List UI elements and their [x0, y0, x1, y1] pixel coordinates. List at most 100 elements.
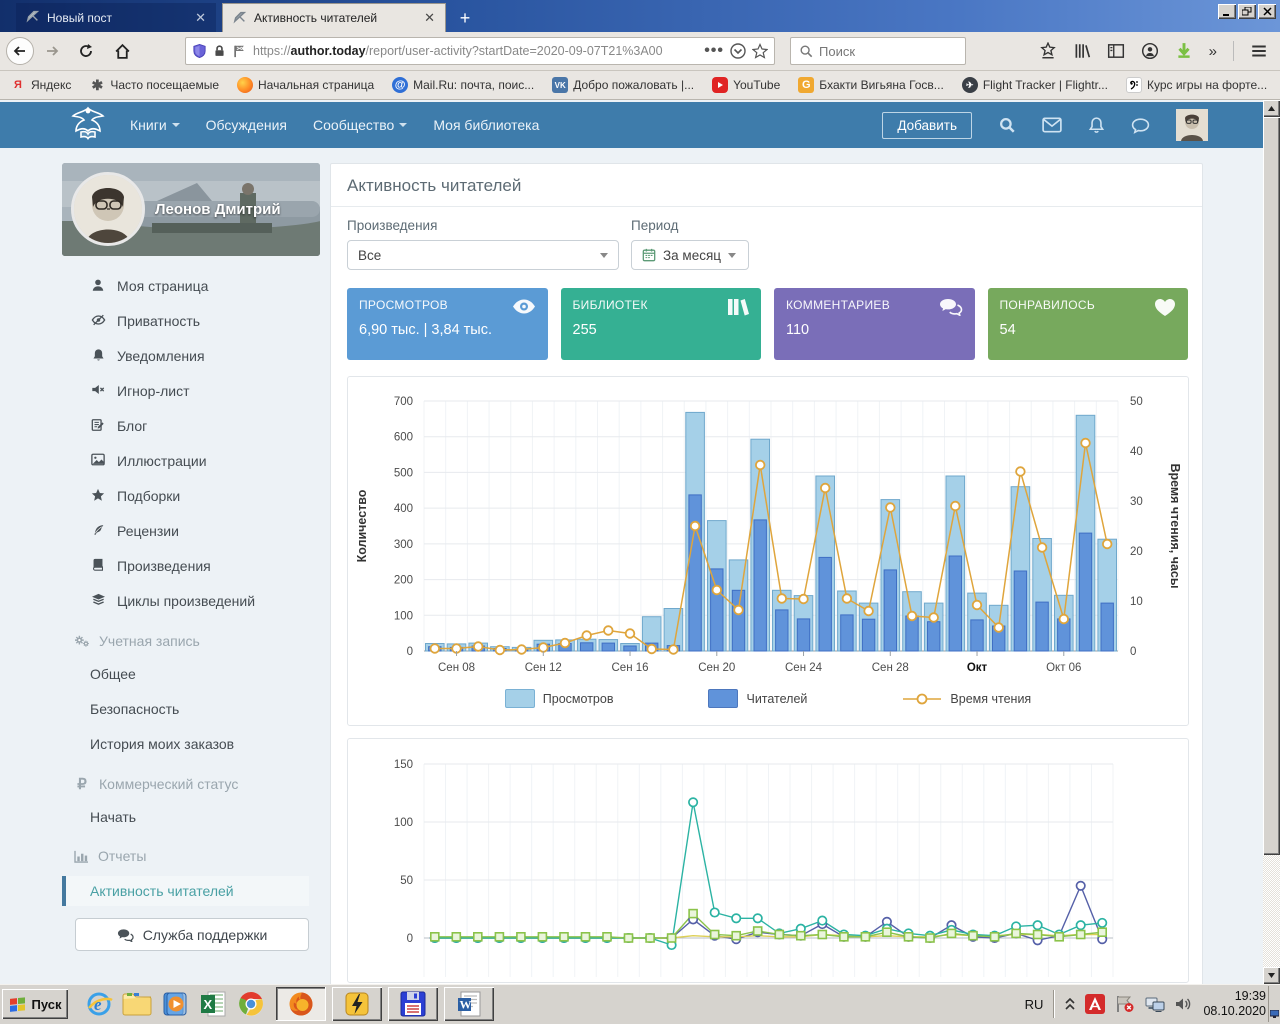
vertical-scrollbar[interactable] — [1263, 100, 1280, 984]
sidebar-toggle-icon[interactable] — [1107, 42, 1125, 60]
stat-card-likes[interactable]: ПОНРАВИЛОСЬ 54 — [988, 288, 1189, 360]
sidebar-item-start[interactable]: Начать — [90, 805, 136, 829]
home-button[interactable] — [108, 37, 136, 65]
library-icon[interactable] — [1073, 42, 1091, 60]
image-icon — [90, 453, 106, 469]
sidebar-item-series[interactable]: Циклы произведений — [90, 589, 255, 613]
taskbar-icon-chrome[interactable] — [234, 988, 268, 1020]
sidebar-item-works[interactable]: Произведения — [90, 554, 211, 578]
add-button[interactable]: Добавить — [882, 112, 972, 139]
url-bar[interactable]: https://author.today/report/user-activit… — [185, 37, 775, 65]
reload-button[interactable] — [72, 37, 100, 65]
antivirus-tray-icon[interactable] — [1085, 994, 1105, 1014]
bookmark-frequent[interactable]: ✱Часто посещаемые — [89, 77, 219, 93]
bookmark-mailru[interactable]: @Mail.Ru: почта, поис... — [392, 77, 534, 93]
overflow-icon[interactable]: » — [1209, 43, 1217, 60]
legend-readers[interactable]: Читателей — [708, 689, 807, 708]
chat-icon[interactable] — [1131, 117, 1150, 134]
bookmark-yandex[interactable]: ЯЯндекс — [10, 77, 71, 93]
sidebar-item-blog[interactable]: Блог — [90, 414, 147, 438]
taskbar-icon-wmp[interactable] — [158, 988, 192, 1020]
tray-time: 19:39 — [1203, 989, 1266, 1004]
taskbar-icon-excel[interactable]: X — [196, 988, 230, 1020]
search-icon[interactable] — [998, 116, 1016, 134]
start-button[interactable]: Пуск — [2, 989, 68, 1019]
sidebar-item-order-history[interactable]: История моих заказов — [90, 732, 234, 756]
close-button[interactable] — [1258, 4, 1276, 19]
pocket-icon[interactable] — [730, 43, 746, 59]
network-tray-icon[interactable] — [1145, 996, 1165, 1012]
language-indicator[interactable]: RU — [1025, 997, 1044, 1012]
back-button[interactable] — [6, 37, 34, 65]
tab-close-icon[interactable]: ✕ — [424, 10, 435, 26]
bookmark-piano-course[interactable]: Курс игры на форте... — [1126, 77, 1267, 93]
period-select[interactable]: За месяц — [631, 240, 749, 270]
sidebar-item-reader-activity[interactable]: Активность читателей — [62, 876, 309, 906]
security-alert-tray-icon[interactable] — [1115, 995, 1135, 1013]
sidebar-item-illustrations[interactable]: Иллюстрации — [90, 449, 207, 473]
bookmark-youtube[interactable]: YouTube — [712, 77, 780, 93]
minimize-button[interactable] — [1218, 4, 1236, 19]
bookmark-vk[interactable]: VKДобро пожаловать |... — [552, 77, 694, 93]
tab-new-post[interactable]: Новый пост ✕ — [16, 3, 216, 32]
legend-reading-time[interactable]: Время чтения — [902, 689, 1031, 708]
account-icon[interactable] — [1141, 42, 1159, 60]
sidebar-item-ignore-list[interactable]: Игнор-лист — [90, 379, 190, 403]
new-tab-button[interactable]: + — [452, 6, 478, 30]
bell-icon[interactable] — [1088, 116, 1105, 134]
restore-button[interactable] — [1238, 4, 1256, 19]
permissions-icon[interactable] — [232, 44, 247, 58]
taskbar-icon-ie[interactable]: e — [82, 988, 116, 1020]
sidebar-item-collections[interactable]: Подборки — [90, 484, 180, 508]
show-desktop-button[interactable] — [1268, 986, 1280, 1022]
works-select[interactable]: Все — [347, 240, 619, 270]
download-icon[interactable] — [1175, 42, 1193, 60]
nav-community[interactable]: Сообщество — [313, 117, 407, 133]
sidebar-item-my-page[interactable]: Моя страница — [90, 274, 208, 298]
bookmark-star-icon[interactable] — [752, 43, 768, 59]
taskbar-button-winamp[interactable] — [332, 987, 382, 1021]
feather-icon — [90, 523, 106, 540]
bookmark-home-page[interactable]: Начальная страница — [237, 77, 374, 93]
legend-views[interactable]: Просмотров — [505, 689, 614, 708]
sidebar-item-reviews[interactable]: Рецензии — [90, 519, 179, 543]
scroll-up-arrow[interactable] — [1263, 100, 1280, 117]
tray-expand-icon[interactable] — [1065, 998, 1075, 1010]
tracking-shield-icon[interactable] — [192, 43, 207, 59]
section-commercial: ₽Коммерческий статус — [74, 772, 238, 796]
secondary-chart[interactable]: 050100150 — [347, 738, 1189, 983]
stat-card-libraries[interactable]: БИБЛИОТЕК 255 — [561, 288, 762, 360]
hamburger-menu-icon[interactable] — [1250, 42, 1268, 60]
tab-activity[interactable]: Активность читателей ✕ — [222, 3, 446, 32]
scroll-down-arrow[interactable] — [1263, 967, 1280, 984]
sidebar-item-security[interactable]: Безопасность — [90, 697, 179, 721]
taskbar-icon-explorer[interactable] — [120, 988, 154, 1020]
bookmark-flight-tracker[interactable]: ✈Flight Tracker | Flightr... — [962, 77, 1108, 93]
profile-card[interactable]: Леонов Дмитрий — [62, 163, 320, 256]
scrollbar-thumb[interactable] — [1263, 117, 1280, 855]
tab-close-icon[interactable]: ✕ — [195, 10, 206, 26]
search-bar[interactable]: Поиск — [790, 37, 966, 65]
calendar-icon — [642, 248, 656, 262]
sidebar-item-privacy[interactable]: Приватность — [90, 309, 200, 333]
bookmark-bhakti[interactable]: GБхакти Вигьяна Госв... — [798, 77, 944, 93]
support-button[interactable]: Служба поддержки — [75, 918, 309, 951]
bookmark-menu-icon[interactable] — [1039, 42, 1057, 60]
user-avatar[interactable] — [1176, 109, 1208, 141]
clock[interactable]: 19:39 08.10.2020 — [1203, 989, 1266, 1019]
bell-icon — [90, 348, 106, 365]
volume-tray-icon[interactable] — [1175, 996, 1193, 1012]
page-actions-icon[interactable]: ••• — [704, 42, 724, 60]
activity-chart[interactable]: 010020030040050060070001020304050Сен 08С… — [347, 376, 1189, 726]
url-text[interactable]: https://author.today/report/user-activit… — [253, 44, 698, 58]
forward-button[interactable] — [38, 37, 66, 65]
sidebar-item-notifications[interactable]: Уведомления — [90, 344, 205, 368]
nav-my-library[interactable]: Моя библиотека — [433, 117, 539, 133]
mail-icon[interactable] — [1042, 117, 1062, 133]
sidebar-item-general[interactable]: Общее — [90, 662, 136, 686]
taskbar-button-word[interactable]: W — [444, 987, 494, 1021]
stat-card-views[interactable]: ПРОСМОТРОВ 6,90 тыс. | 3,84 тыс. — [347, 288, 548, 360]
taskbar-button-firefox[interactable] — [276, 987, 326, 1021]
taskbar-button-floppy-app[interactable] — [388, 987, 438, 1021]
stat-card-comments[interactable]: КОММЕНТАРИЕВ 110 — [774, 288, 975, 360]
